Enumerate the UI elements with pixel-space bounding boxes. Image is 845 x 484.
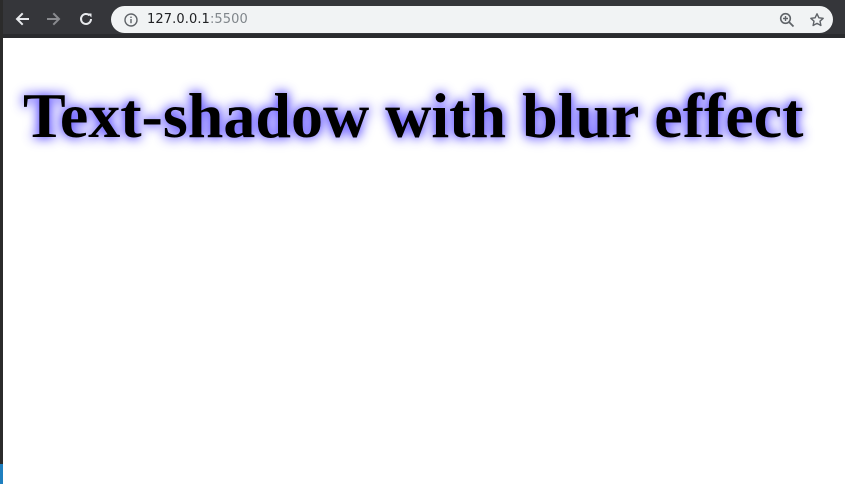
zoom-in-icon[interactable] [779,12,795,28]
forward-button[interactable] [41,6,67,32]
reload-icon [78,11,94,27]
page-viewport: Text-shadow with blur effect [3,38,845,484]
url-port: :5500 [209,12,248,27]
browser-toolbar: 127.0.0.1:5500 [3,0,845,38]
arrow-right-icon [46,11,62,27]
star-icon[interactable] [809,12,825,28]
url-host: 127.0.0.1 [147,12,210,27]
address-bar[interactable]: 127.0.0.1:5500 [111,6,833,33]
browser-window: 127.0.0.1:5500 Text-shadow with blur eff… [0,0,845,484]
info-icon[interactable] [123,12,139,28]
reload-button[interactable] [73,6,99,32]
url-text[interactable]: 127.0.0.1:5500 [147,12,248,27]
back-button[interactable] [9,6,35,32]
arrow-left-icon [14,11,30,27]
address-bar-actions [779,6,825,33]
taskbar-edge [0,464,3,484]
page-heading: Text-shadow with blur effect [23,80,804,151]
